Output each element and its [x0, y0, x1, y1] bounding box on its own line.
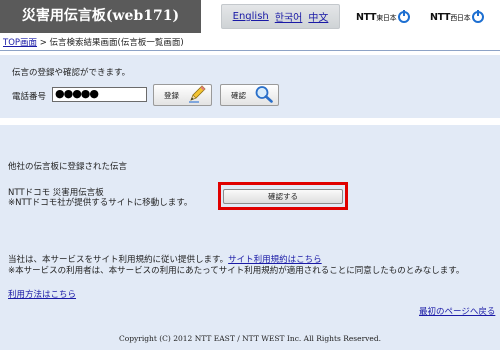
lang-english-link[interactable]: English	[233, 11, 269, 22]
panel-intro-text: 伝言の登録や確認ができます。	[12, 68, 131, 78]
ntt-east-logo[interactable]: NTT東日本	[356, 9, 411, 25]
other-boards-heading: 他社の伝言板に登録された伝言	[8, 162, 128, 172]
breadcrumb-top-link[interactable]: TOP画面	[3, 38, 37, 48]
pencil-icon	[187, 85, 207, 105]
ntt-west-region: 西日本	[450, 13, 471, 22]
phone-label: 電話番号	[12, 92, 47, 102]
ntt-west-logo[interactable]: NTT西日本	[430, 9, 485, 25]
register-button-label: 登録	[164, 90, 179, 100]
provider-note: ※NTTドコモ社が提供するサイトに移動します。	[8, 198, 193, 208]
confirm-button[interactable]: 確認	[220, 84, 279, 106]
ntt-east-region: 東日本	[376, 13, 397, 22]
confirm-button-label: 確認	[231, 90, 246, 100]
breadcrumb-separator: >	[37, 38, 50, 48]
ntt-west-mark-icon	[472, 10, 485, 23]
header: 災害用伝言板(web171) English 한국어 中文 NTT東日本 NTT…	[0, 0, 500, 33]
docomo-confirm-button[interactable]: 確認する	[223, 189, 343, 204]
language-switcher: English 한국어 中文	[221, 4, 340, 29]
magnifier-icon	[254, 85, 274, 105]
lang-korean-link[interactable]: 한국어	[275, 9, 303, 24]
ntt-west-brand: NTT	[430, 11, 451, 23]
phone-number-input[interactable]: ●●●●●	[52, 87, 147, 102]
breadcrumb: TOP画面 > 伝言検索結果画面(伝言板一覧画面)	[3, 36, 184, 48]
back-to-top-link[interactable]: 最初のページへ戻る	[419, 305, 495, 317]
usage-link[interactable]: 利用方法はこちら	[8, 288, 76, 300]
register-button[interactable]: 登録	[153, 84, 212, 106]
site-title: 災害用伝言板(web171)	[0, 0, 201, 33]
ntt-east-mark-icon	[398, 10, 411, 23]
copyright-text: Copyright (C) 2012 NTT EAST / NTT WEST I…	[118, 334, 382, 343]
breadcrumb-current: 伝言検索結果画面(伝言板一覧画面)	[49, 38, 184, 48]
ntt-east-brand: NTT	[356, 11, 377, 23]
header-divider	[0, 50, 500, 51]
lang-chinese-link[interactable]: 中文	[308, 9, 328, 24]
terms-line-2: ※本サービスの利用者は、本サービスの利用にあたってサイト利用規約が適用されること…	[8, 266, 465, 276]
